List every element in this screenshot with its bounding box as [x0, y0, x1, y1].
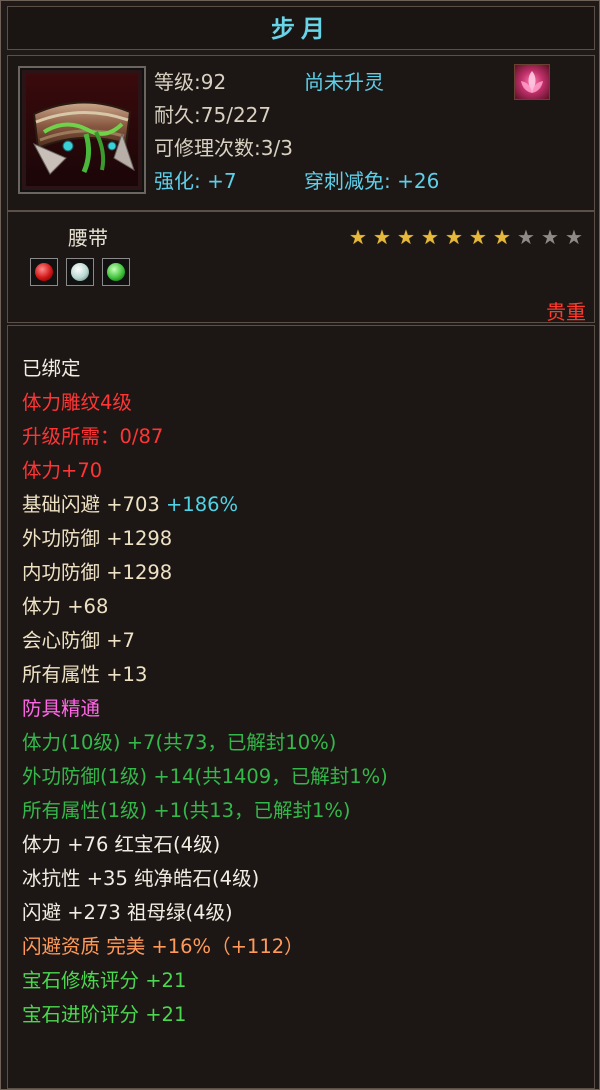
lotus-icon — [514, 64, 550, 100]
attribute-line: 宝石进阶评分 +21 — [22, 998, 388, 1032]
repair-value: 3/3 — [260, 136, 293, 160]
star-rating: ★ ★ ★ ★ ★ ★ ★ ★ ★ ★ — [346, 226, 586, 248]
attribute-text: +186% — [165, 493, 239, 516]
attribute-text: 外功防御(1级) +14(共1409，已解封1%) — [22, 765, 388, 788]
star-filled-icon: ★ — [445, 225, 463, 249]
gem-slots — [30, 258, 138, 286]
star-empty-icon: ★ — [565, 225, 583, 249]
attribute-text: 外功防御 +1298 — [22, 527, 173, 550]
durability-value: 75/227 — [200, 103, 272, 127]
attribute-line: 外功防御(1级) +14(共1409，已解封1%) — [22, 760, 388, 794]
attribute-text: 闪避 +273 祖母绿(4级) — [22, 901, 233, 924]
attributes-panel: 已绑定体力雕纹4级升级所需：0/87 体力+70 基础闪避 +703 +186% 外功… — [7, 325, 595, 1089]
attribute-line: 闪避资质 完美 +16%（+112） — [22, 930, 388, 964]
rarity-label: 贵重 — [546, 300, 586, 324]
star-filled-icon: ★ — [421, 225, 439, 249]
attribute-text: 体力雕纹4级 — [22, 391, 132, 414]
attribute-line: 宝石修炼评分 +21 — [22, 964, 388, 998]
attribute-line: 已绑定 — [22, 352, 388, 386]
attribute-line: 所有属性(1级) +1(共13，已解封1%) — [22, 794, 388, 828]
item-thumbnail[interactable] — [18, 66, 146, 194]
attribute-line: 防具精通 — [22, 692, 388, 726]
star-filled-icon: ★ — [397, 225, 415, 249]
star-filled-icon: ★ — [493, 225, 511, 249]
attribute-list: 已绑定体力雕纹4级升级所需：0/87 体力+70 基础闪避 +703 +186% 外功… — [22, 352, 388, 1032]
star-empty-icon: ★ — [517, 225, 535, 249]
enhance-level: 强化: +7 — [154, 169, 237, 193]
attribute-line: 体力+70 — [22, 454, 388, 488]
spirit-status: 尚未升灵 — [304, 70, 384, 94]
attribute-line: 体力 +68 — [22, 590, 388, 624]
attribute-text: 体力 +76 红宝石(4级) — [22, 833, 221, 856]
belt-icon — [26, 74, 138, 186]
attribute-line: 闪避 +273 祖母绿(4级) — [22, 896, 388, 930]
title-bar: 步月 — [7, 6, 595, 50]
attribute-line: 基础闪避 +703 +186% — [22, 488, 388, 522]
level-label: 等级: — [154, 70, 201, 94]
durability-label: 耐久: — [154, 103, 201, 127]
attribute-text: 宝石修炼评分 +21 — [22, 969, 187, 992]
star-filled-icon: ★ — [469, 225, 487, 249]
attribute-text: 冰抗性 +35 纯净皓石(4级) — [22, 867, 260, 890]
attribute-text: 所有属性(1级) +1(共13，已解封1%) — [22, 799, 351, 822]
pearl-gem-icon[interactable] — [66, 258, 94, 286]
pierce-reduction: 穿刺减免: +26 — [304, 169, 440, 193]
attribute-text: 内功防御 +1298 — [22, 561, 173, 584]
attribute-text: 体力 +68 — [22, 595, 109, 618]
attribute-line: 体力 +76 红宝石(4级) — [22, 828, 388, 862]
attribute-text: 所有属性 +13 — [22, 663, 148, 686]
attribute-text: 闪避资质 完美 +16%（+112） — [22, 935, 304, 958]
repair-label: 可修理次数: — [154, 136, 261, 160]
star-empty-icon: ★ — [541, 225, 559, 249]
attribute-text: 已绑定 — [22, 357, 81, 380]
attribute-text: 基础闪避 +703 — [22, 493, 166, 516]
attribute-text: 防具精通 — [22, 697, 101, 720]
attribute-line: 外功防御 +1298 — [22, 522, 388, 556]
attribute-text: 宝石进阶评分 +21 — [22, 1003, 187, 1026]
attribute-text: 升级所需：0/87 — [22, 425, 164, 448]
attribute-line: 所有属性 +13 — [22, 658, 388, 692]
attribute-line: 升级所需：0/87 — [22, 420, 388, 454]
star-filled-icon: ★ — [373, 225, 391, 249]
item-type: 腰带 — [68, 226, 108, 250]
attribute-line: 会心防御 +7 — [22, 624, 388, 658]
attribute-line: 体力(10级) +7(共73，已解封10%) — [22, 726, 388, 760]
emerald-gem-icon[interactable] — [102, 258, 130, 286]
attribute-line: 体力雕纹4级 — [22, 386, 388, 420]
attribute-text: 会心防御 +7 — [22, 629, 135, 652]
level-value: 92 — [200, 70, 227, 94]
star-filled-icon: ★ — [349, 225, 367, 249]
item-header-panel: 等级:92 尚未升灵 耐久:75/227 可修理次数:3/3 强化: +7 穿刺… — [7, 55, 595, 211]
attribute-text: 体力+70 — [22, 459, 103, 482]
item-info-panel: 腰带 ★ ★ ★ ★ ★ ★ ★ ★ ★ ★ 贵重 — [7, 211, 595, 324]
item-name: 步月 — [271, 15, 331, 43]
attribute-line: 冰抗性 +35 纯净皓石(4级) — [22, 862, 388, 896]
attribute-line: 内功防御 +1298 — [22, 556, 388, 590]
ruby-gem-icon[interactable] — [30, 258, 58, 286]
item-tooltip: 步月 等级:92 尚未升灵 耐久:75/227 可修理次数:3/3 强化: +7… — [0, 0, 600, 1090]
attribute-text: 体力(10级) +7(共73，已解封10%) — [22, 731, 337, 754]
